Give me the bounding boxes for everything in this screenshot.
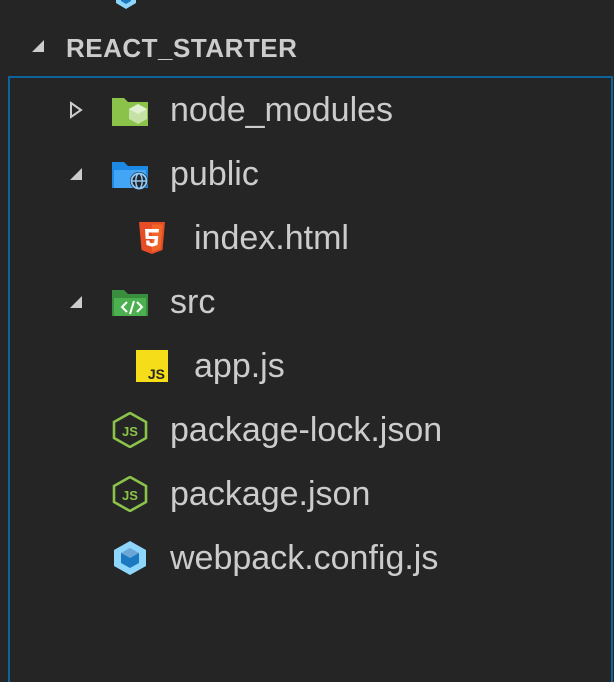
- chevron-down-icon: [32, 40, 44, 52]
- nodejs-file-icon: JS: [112, 476, 148, 512]
- tree-item-index-html[interactable]: index.html: [10, 206, 613, 270]
- chevron-down-icon: [70, 168, 82, 180]
- tree-item-app-js[interactable]: JS app.js: [10, 334, 613, 398]
- tree-item-label: index.html: [194, 219, 349, 257]
- tree-item-label: webpack.config.js: [170, 539, 439, 577]
- tree-item-label: package-lock.json: [170, 411, 443, 449]
- webpack-icon: [116, 0, 136, 9]
- svg-text:JS: JS: [122, 424, 138, 439]
- svg-text:JS: JS: [122, 488, 138, 503]
- webpack-file-icon: [114, 541, 146, 575]
- javascript-file-icon: JS: [136, 350, 168, 382]
- html5-file-icon: [139, 222, 165, 254]
- tree-item-webpack-config-js[interactable]: webpack.config.js: [10, 526, 613, 590]
- nodejs-file-icon: JS: [112, 412, 148, 448]
- tree-item-label: public: [170, 155, 259, 193]
- tree-item-node-modules[interactable]: node_modules: [10, 78, 613, 142]
- tree-item-label: app.js: [194, 347, 285, 385]
- chevron-down-icon: [70, 296, 82, 308]
- file-tree: node_modules public index.html src JS ap…: [8, 76, 613, 682]
- clipped-row: [0, 0, 614, 12]
- section-title: REACT_STARTER: [66, 33, 298, 63]
- svg-text:JS: JS: [148, 366, 165, 382]
- tree-item-package-json[interactable]: JS package.json: [10, 462, 613, 526]
- tree-item-public[interactable]: public: [10, 142, 613, 206]
- public-folder-icon: [112, 162, 148, 190]
- file-explorer: REACT_STARTER node_modules public index.…: [0, 0, 614, 682]
- chevron-right-icon: [70, 101, 83, 119]
- tree-item-label: node_modules: [170, 91, 394, 129]
- tree-item-label: package.json: [170, 475, 371, 513]
- src-folder-icon: [112, 290, 148, 316]
- tree-item-label: src: [170, 283, 216, 321]
- tree-item-package-lock-json[interactable]: JS package-lock.json: [10, 398, 613, 462]
- node-modules-folder-icon: [112, 98, 148, 126]
- explorer-section-header[interactable]: REACT_STARTER: [0, 20, 614, 76]
- tree-item-src[interactable]: src: [10, 270, 613, 334]
